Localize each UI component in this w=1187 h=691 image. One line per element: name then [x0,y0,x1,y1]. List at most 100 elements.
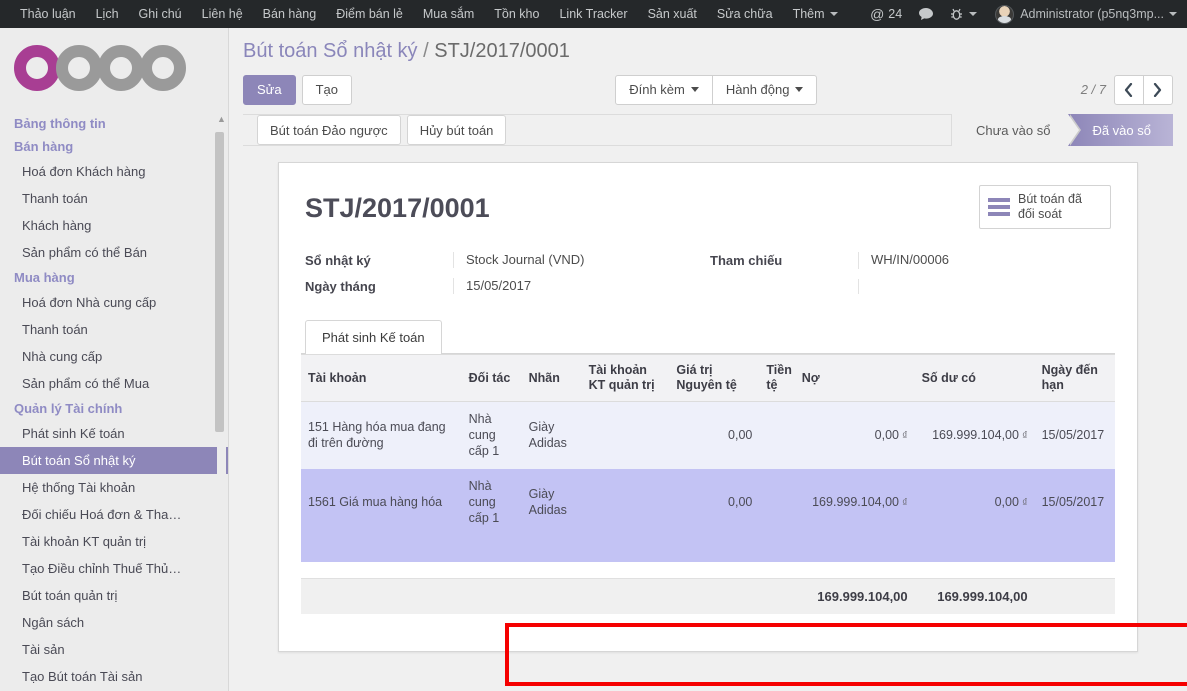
column-debit[interactable]: Nợ [794,354,915,402]
pager-count[interactable]: 2 / 7 [1081,82,1106,97]
reconciled-entries-label: Bút toán đã đối soát [1018,192,1082,221]
menu-item-point-of-sale[interactable]: Điểm bán lẻ [326,0,413,28]
sidebar-item-customer-invoices[interactable]: Hoá đơn Khách hàng [0,158,228,185]
menu-item-contacts[interactable]: Liên hệ [192,0,253,28]
sidebar-scrollbar-track[interactable] [215,114,226,687]
menu-item-calendar[interactable]: Lịch [86,0,129,28]
cell-amount-currency[interactable]: 0,00 [669,469,759,536]
sidebar-item-create-asset-entry[interactable]: Tạo Bút toán Tài sản [0,663,228,690]
messages-button[interactable] [910,0,942,28]
menu-item-inventory[interactable]: Tồn kho [484,0,549,28]
cell-amount-currency[interactable]: 0,00 [669,402,759,469]
column-account[interactable]: Tài khoản [301,354,462,402]
cancel-entry-button[interactable]: Hủy bút toán [406,115,507,145]
action-dropdown-button[interactable]: Hành động [711,74,818,105]
status-stage-posted[interactable]: Đã vào sổ [1068,114,1173,146]
date-field-value[interactable]: 15/05/2017 [453,278,708,294]
sidebar-item-reconcile-invoices[interactable]: Đối chiếu Hoá đơn & Tha… [0,501,228,528]
column-amount-currency[interactable]: Giá trị Nguyên tệ [669,354,760,402]
sidebar-item-manual-tax-adjustment[interactable]: Tạo Điều chỉnh Thuế Thủ… [0,555,228,582]
cell-credit[interactable]: 169.999.104,00 ₫ [915,402,1035,469]
cell-label[interactable]: Giày Adidas [522,402,582,469]
chevron-down-icon [690,87,699,92]
sidebar-item-sellable-products[interactable]: Sản phẩm có thể Bán [0,239,228,266]
user-menu-button[interactable]: Administrator (p5nq3mp... [985,0,1187,28]
cell-partner[interactable]: Nhà cung cấp 1 [462,469,522,536]
cell-debit[interactable]: 169.999.104,00 ₫ [795,469,915,536]
date-field-label: Ngày tháng [305,279,376,294]
cell-currency[interactable] [759,469,794,536]
sidebar-item-customers[interactable]: Khách hàng [0,212,228,239]
sidebar-item-chart-of-accounts[interactable]: Hệ thống Tài khoản [0,474,228,501]
scroll-up-icon[interactable]: ▲ [216,113,227,124]
attachment-dropdown-button[interactable]: Đính kèm [615,74,713,105]
menu-item-repair[interactable]: Sửa chữa [707,0,783,28]
mentions-button[interactable]: @ 24 [862,0,910,28]
cell-label[interactable]: Giày Adidas [522,469,582,536]
menu-item-link-tracker[interactable]: Link Tracker [549,0,637,28]
sidebar-item-purchasable-products[interactable]: Sản phẩm có thể Mua [0,370,228,397]
menu-item-more[interactable]: Thêm [783,0,848,28]
sidebar-item-sales-payments[interactable]: Thanh toán [0,185,228,212]
debug-menu-button[interactable] [942,0,985,28]
menu-item-sales[interactable]: Bán hàng [253,0,327,28]
sidebar-section-purchases[interactable]: Mua hàng [0,266,228,289]
column-currency[interactable]: Tiền tệ [759,354,795,402]
create-button[interactable]: Tạo [301,74,353,105]
status-stage-unposted[interactable]: Chưa vào sổ [951,114,1082,146]
chevron-left-icon [1125,82,1133,97]
reconciled-entries-stat-button[interactable]: Bút toán đã đối soát [979,185,1111,229]
menu-item-purchase[interactable]: Mua sắm [413,0,484,28]
column-due-date[interactable]: Ngày đến hạn [1034,354,1115,402]
sidebar-item-analytic-entries[interactable]: Bút toán quản trị [0,582,228,609]
bars-icon [988,198,1010,216]
menu-item-manufacturing[interactable]: Sản xuất [638,0,707,28]
cell-credit[interactable]: 0,00 ₫ [915,469,1035,536]
journal-field-value[interactable]: Stock Journal (VND) [453,252,708,268]
cell-due-date[interactable]: 15/05/2017 [1035,469,1115,536]
cell-currency[interactable] [759,402,794,469]
column-credit[interactable]: Số dư có [914,354,1035,402]
cell-partner[interactable]: Nhà cung cấp 1 [462,402,522,469]
cell-debit[interactable]: 0,00 ₫ [795,402,915,469]
cell-analytic-account[interactable] [582,469,670,536]
currency-symbol: ₫ [902,496,908,509]
sidebar-item-assets[interactable]: Tài sản [0,636,228,663]
tab-journal-items[interactable]: Phát sinh Kế toán [305,320,442,354]
column-label[interactable]: Nhãn [521,354,582,402]
sidebar-section-sales[interactable]: Bán hàng [0,135,228,158]
cell-account[interactable]: 151 Hàng hóa mua đang đi trên đường [301,402,462,469]
pager-next-button[interactable] [1142,74,1173,105]
form-status-bar: Bút toán Đảo ngược Hủy bút toán Chưa vào… [243,114,1173,146]
table-row-empty[interactable] [301,535,1115,562]
cell-analytic-account[interactable] [582,402,670,469]
sidebar-section-accounting[interactable]: Quản lý Tài chính [0,397,228,420]
pager: 2 / 7 [1081,74,1173,105]
odoo-logo[interactable] [0,28,228,108]
logo-ring-4 [140,45,186,91]
menu-item-discuss[interactable]: Thảo luận [10,0,86,28]
sidebar-item-budgets[interactable]: Ngân sách [0,609,228,636]
reference-field-label: Tham chiếu [710,253,783,268]
reference-field-value[interactable]: WH/IN/00006 [858,252,1111,269]
table-row[interactable]: 1561 Giá mua hàng hóa Nhà cung cấp 1 Già… [301,468,1115,536]
reverse-entry-button[interactable]: Bút toán Đảo ngược [257,115,401,145]
sidebar-item-analytic-accounts[interactable]: Tài khoản KT quản trị [0,528,228,555]
table-row[interactable]: 151 Hàng hóa mua đang đi trên đường Nhà … [301,401,1115,469]
cell-due-date[interactable]: 15/05/2017 [1035,402,1115,469]
sidebar-scrollbar-thumb[interactable] [215,132,224,432]
form-group-right-spacer [858,278,1111,294]
sidebar-item-vendors[interactable]: Nhà cung cấp [0,343,228,370]
column-partner[interactable]: Đối tác [461,354,522,402]
sidebar-item-vendor-bills[interactable]: Hoá đơn Nhà cung cấp [0,289,228,316]
sidebar-item-journal-items[interactable]: Phát sinh Kế toán [0,420,228,447]
sidebar-section-dashboard[interactable]: Bảng thông tin [0,112,228,135]
column-analytic-account[interactable]: Tài khoản KT quản trị [581,354,670,402]
edit-button[interactable]: Sửa [243,74,296,105]
pager-previous-button[interactable] [1113,74,1144,105]
cell-account[interactable]: 1561 Giá mua hàng hóa [301,469,462,536]
breadcrumb-root-link[interactable]: Bút toán Sổ nhật ký [243,40,418,62]
menu-item-notes[interactable]: Ghi chú [129,0,192,28]
sidebar-item-purchase-payments[interactable]: Thanh toán [0,316,228,343]
sidebar-item-journal-entries[interactable]: Bút toán Sổ nhật ký [0,447,228,474]
